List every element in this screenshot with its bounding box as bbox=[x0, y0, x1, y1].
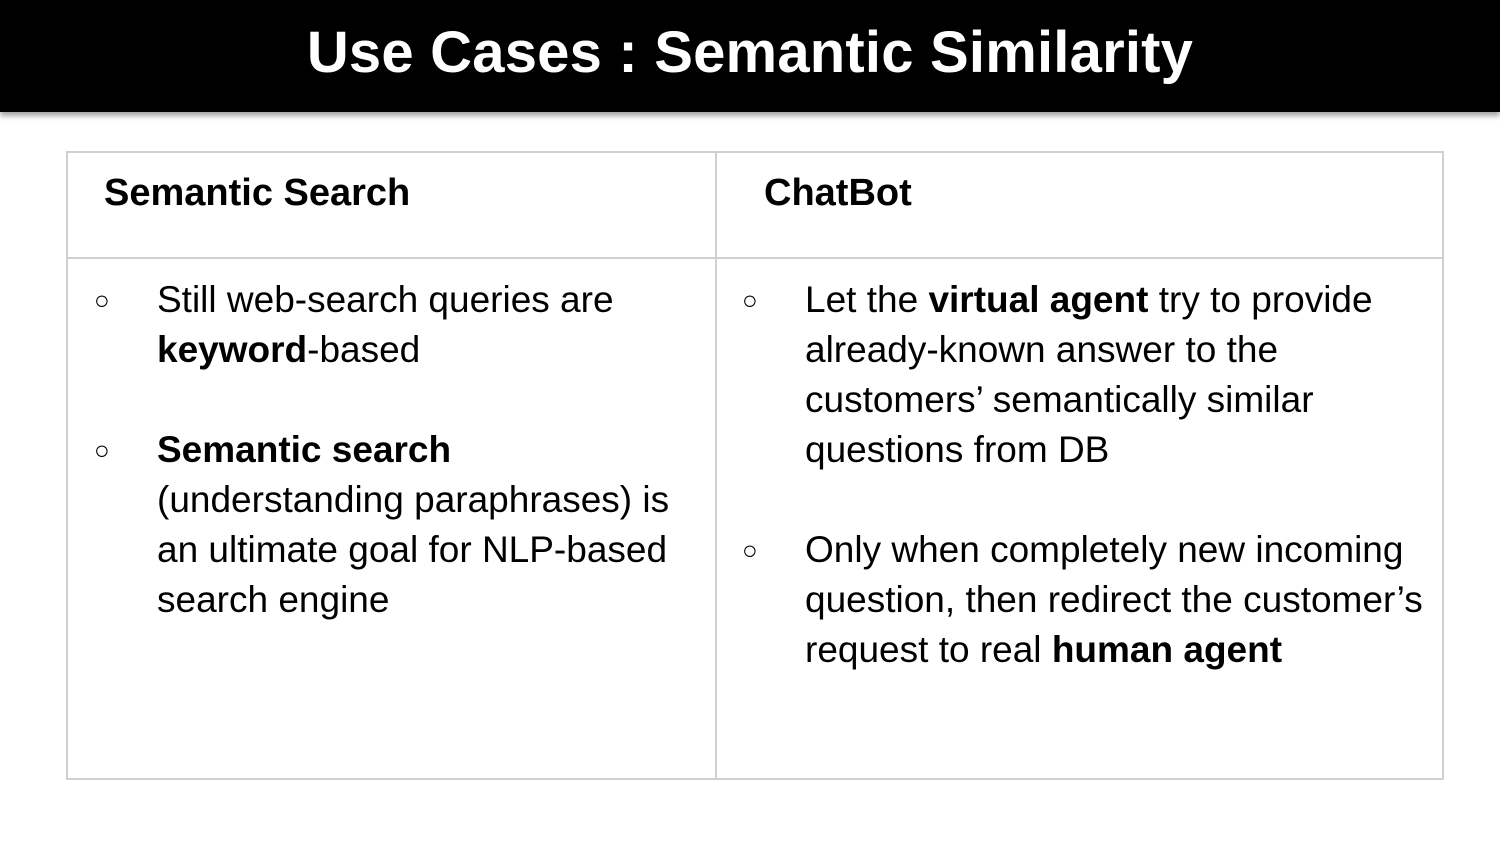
use-case-table: Semantic Search ChatBot ○ Still web-sear… bbox=[66, 151, 1444, 780]
title-bar: Use Cases : Semantic Similarity bbox=[0, 0, 1500, 112]
list-item: ○ Only when completely new incoming ques… bbox=[742, 525, 1442, 675]
chatbot-bullet-list: ○ Let the virtual agent try to provide a… bbox=[742, 275, 1442, 725]
column-divider bbox=[715, 153, 717, 778]
bullet-text: Semantic search (understanding paraphras… bbox=[157, 429, 669, 620]
hollow-circle-bullet-icon: ○ bbox=[94, 435, 110, 465]
column-header-chatbot: ChatBot bbox=[764, 172, 912, 214]
text-run: (understanding paraphrases) is an ultima… bbox=[157, 479, 670, 620]
hollow-circle-bullet-icon: ○ bbox=[94, 285, 110, 315]
text-run-bold: human agent bbox=[1051, 629, 1283, 670]
text-run: Let the bbox=[805, 279, 929, 320]
slide-title: Use Cases : Semantic Similarity bbox=[306, 20, 1194, 85]
column-header-semantic-search: Semantic Search bbox=[104, 172, 411, 214]
text-run: Still web-search queries are bbox=[157, 279, 614, 320]
list-item: ○ Let the virtual agent try to provide a… bbox=[742, 275, 1442, 475]
bullet-text: Only when completely new incoming questi… bbox=[805, 529, 1423, 670]
bullet-text: Let the virtual agent try to provide alr… bbox=[805, 279, 1373, 470]
bullet-text: Still web-search queries are keyword-bas… bbox=[157, 279, 614, 370]
header-divider bbox=[68, 257, 1442, 259]
hollow-circle-bullet-icon: ○ bbox=[742, 285, 758, 315]
text-run: -based bbox=[307, 329, 421, 370]
text-run-bold: Semantic search bbox=[157, 429, 452, 470]
semantic-search-bullet-list: ○ Still web-search queries are keyword-b… bbox=[94, 275, 704, 675]
text-run-bold: keyword bbox=[157, 329, 308, 370]
list-item: ○ Still web-search queries are keyword-b… bbox=[94, 275, 704, 375]
slide: Use Cases : Semantic Similarity Semantic… bbox=[0, 0, 1500, 843]
list-item: ○ Semantic search (understanding paraphr… bbox=[94, 425, 704, 625]
hollow-circle-bullet-icon: ○ bbox=[742, 535, 758, 565]
text-run-bold: virtual agent bbox=[928, 279, 1149, 320]
